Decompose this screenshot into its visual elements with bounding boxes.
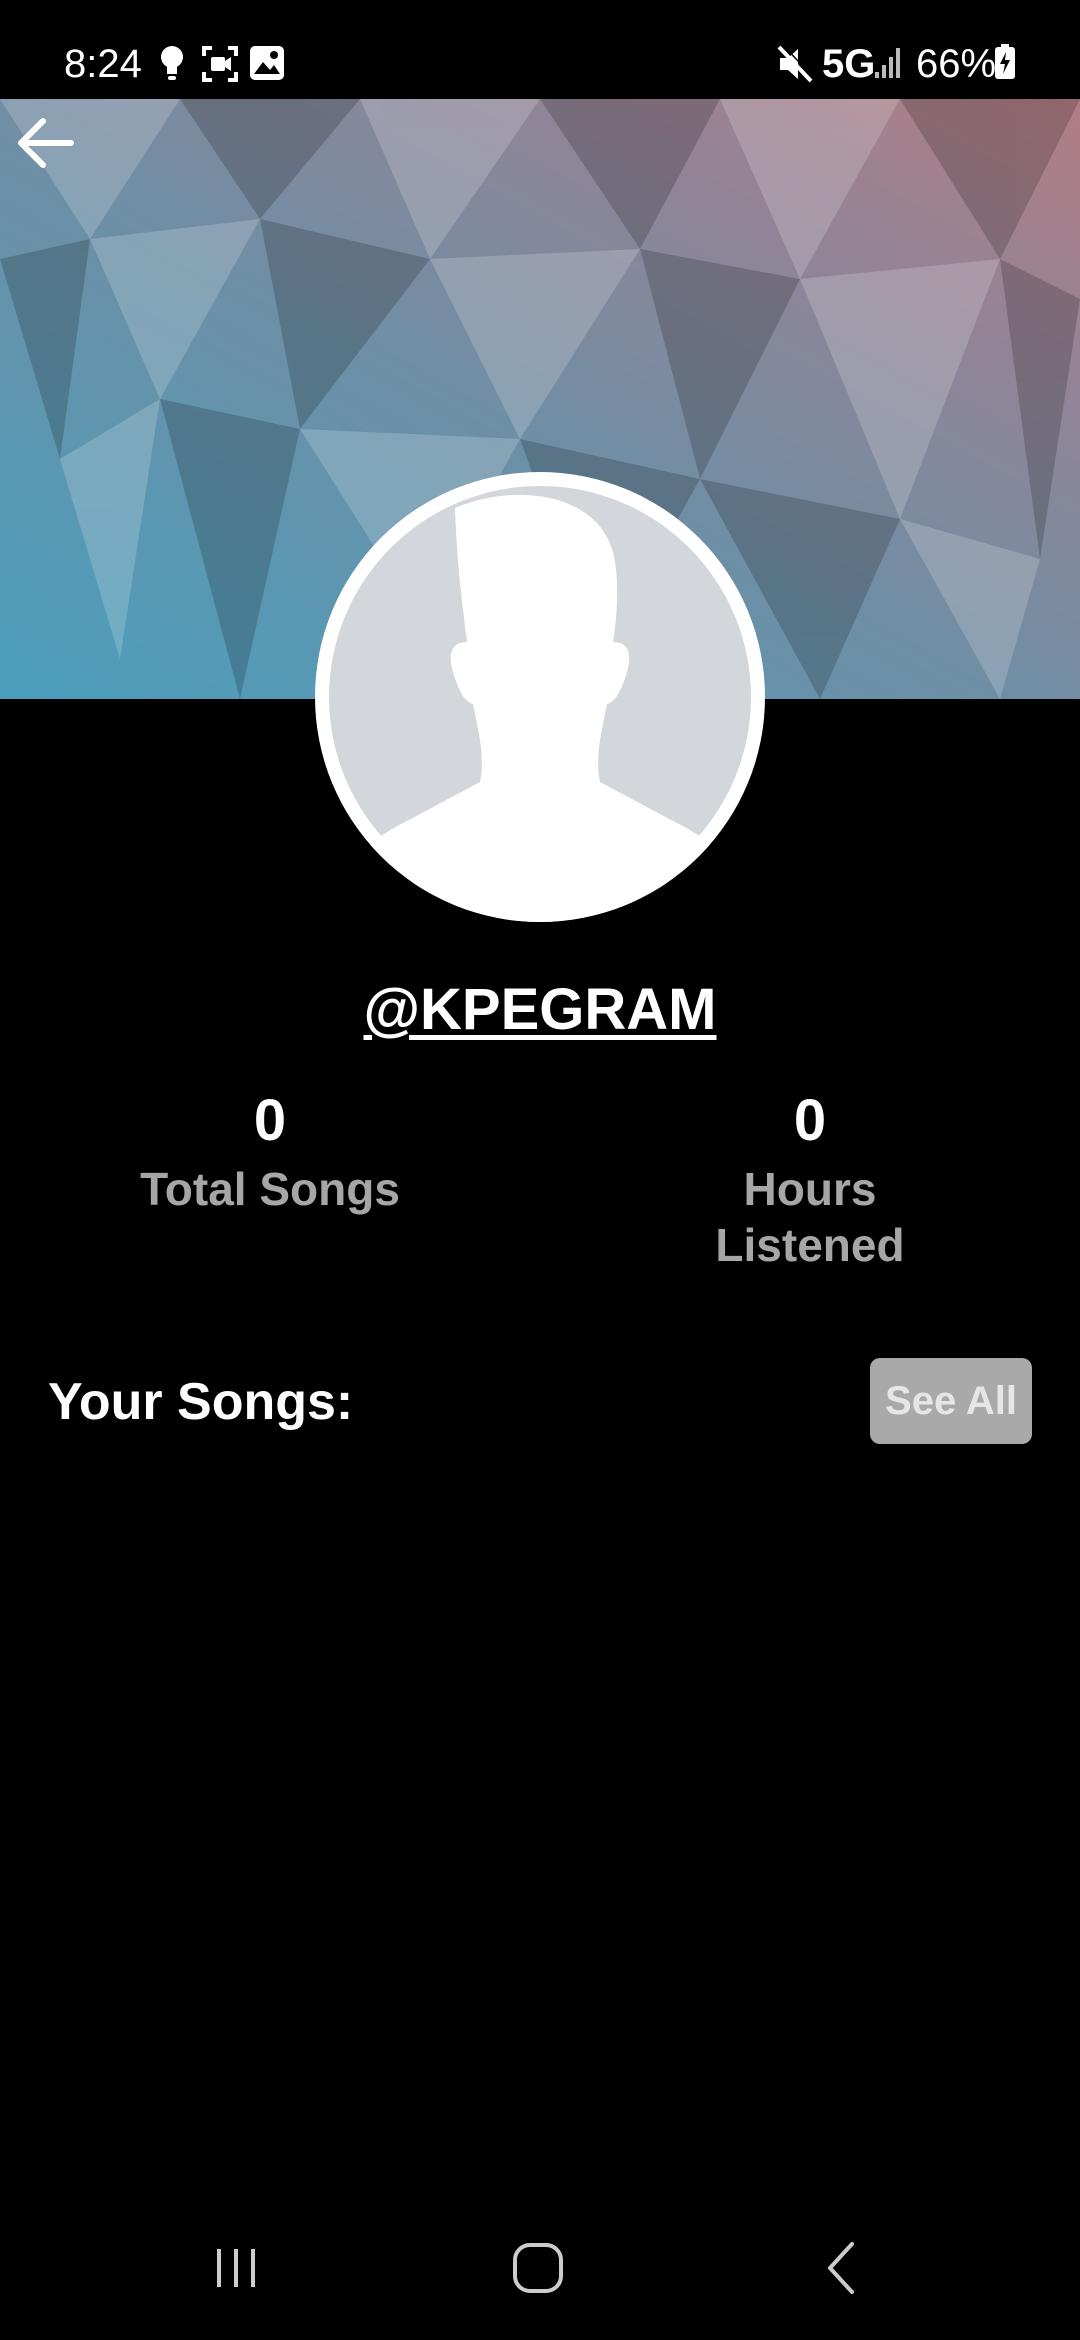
status-bar: 8:24 5G 66% [0, 0, 1080, 99]
see-all-button[interactable]: See All [870, 1358, 1032, 1444]
avatar[interactable] [315, 472, 765, 922]
back-button[interactable] [10, 110, 80, 180]
gallery-icon [248, 44, 286, 87]
mute-icon [776, 43, 815, 89]
bulb-icon [158, 44, 186, 89]
total-songs-label: Total Songs [140, 1163, 400, 1215]
recent-apps-icon [211, 2243, 261, 2298]
home-icon [512, 2242, 564, 2299]
profile-username[interactable]: @KPEGRAM [0, 975, 1080, 1045]
status-time: 8:24 [64, 42, 142, 86]
total-songs-value: 0 [253, 1088, 287, 1153]
network-type: 5G [822, 42, 876, 86]
nav-back-button[interactable] [782, 2230, 902, 2310]
hours-listened-label: Hours Listened [715, 1163, 905, 1271]
stat-hours-listened: 0 Hours Listened [600, 1085, 1020, 1273]
stat-total-songs: 0 Total Songs [60, 1085, 480, 1217]
recent-apps-button[interactable] [176, 2230, 296, 2310]
system-nav-bar [0, 2200, 1080, 2340]
battery-percent: 66% [916, 42, 997, 86]
home-button[interactable] [478, 2230, 598, 2310]
back-icon [822, 2240, 862, 2301]
default-avatar-icon [315, 472, 765, 922]
battery-icon [994, 44, 1016, 85]
screen-record-icon [200, 44, 240, 89]
arrow-left-icon [13, 111, 77, 180]
signal-icon [874, 44, 904, 85]
hours-listened-value: 0 [793, 1088, 827, 1153]
your-songs-title: Your Songs: [48, 1373, 354, 1431]
